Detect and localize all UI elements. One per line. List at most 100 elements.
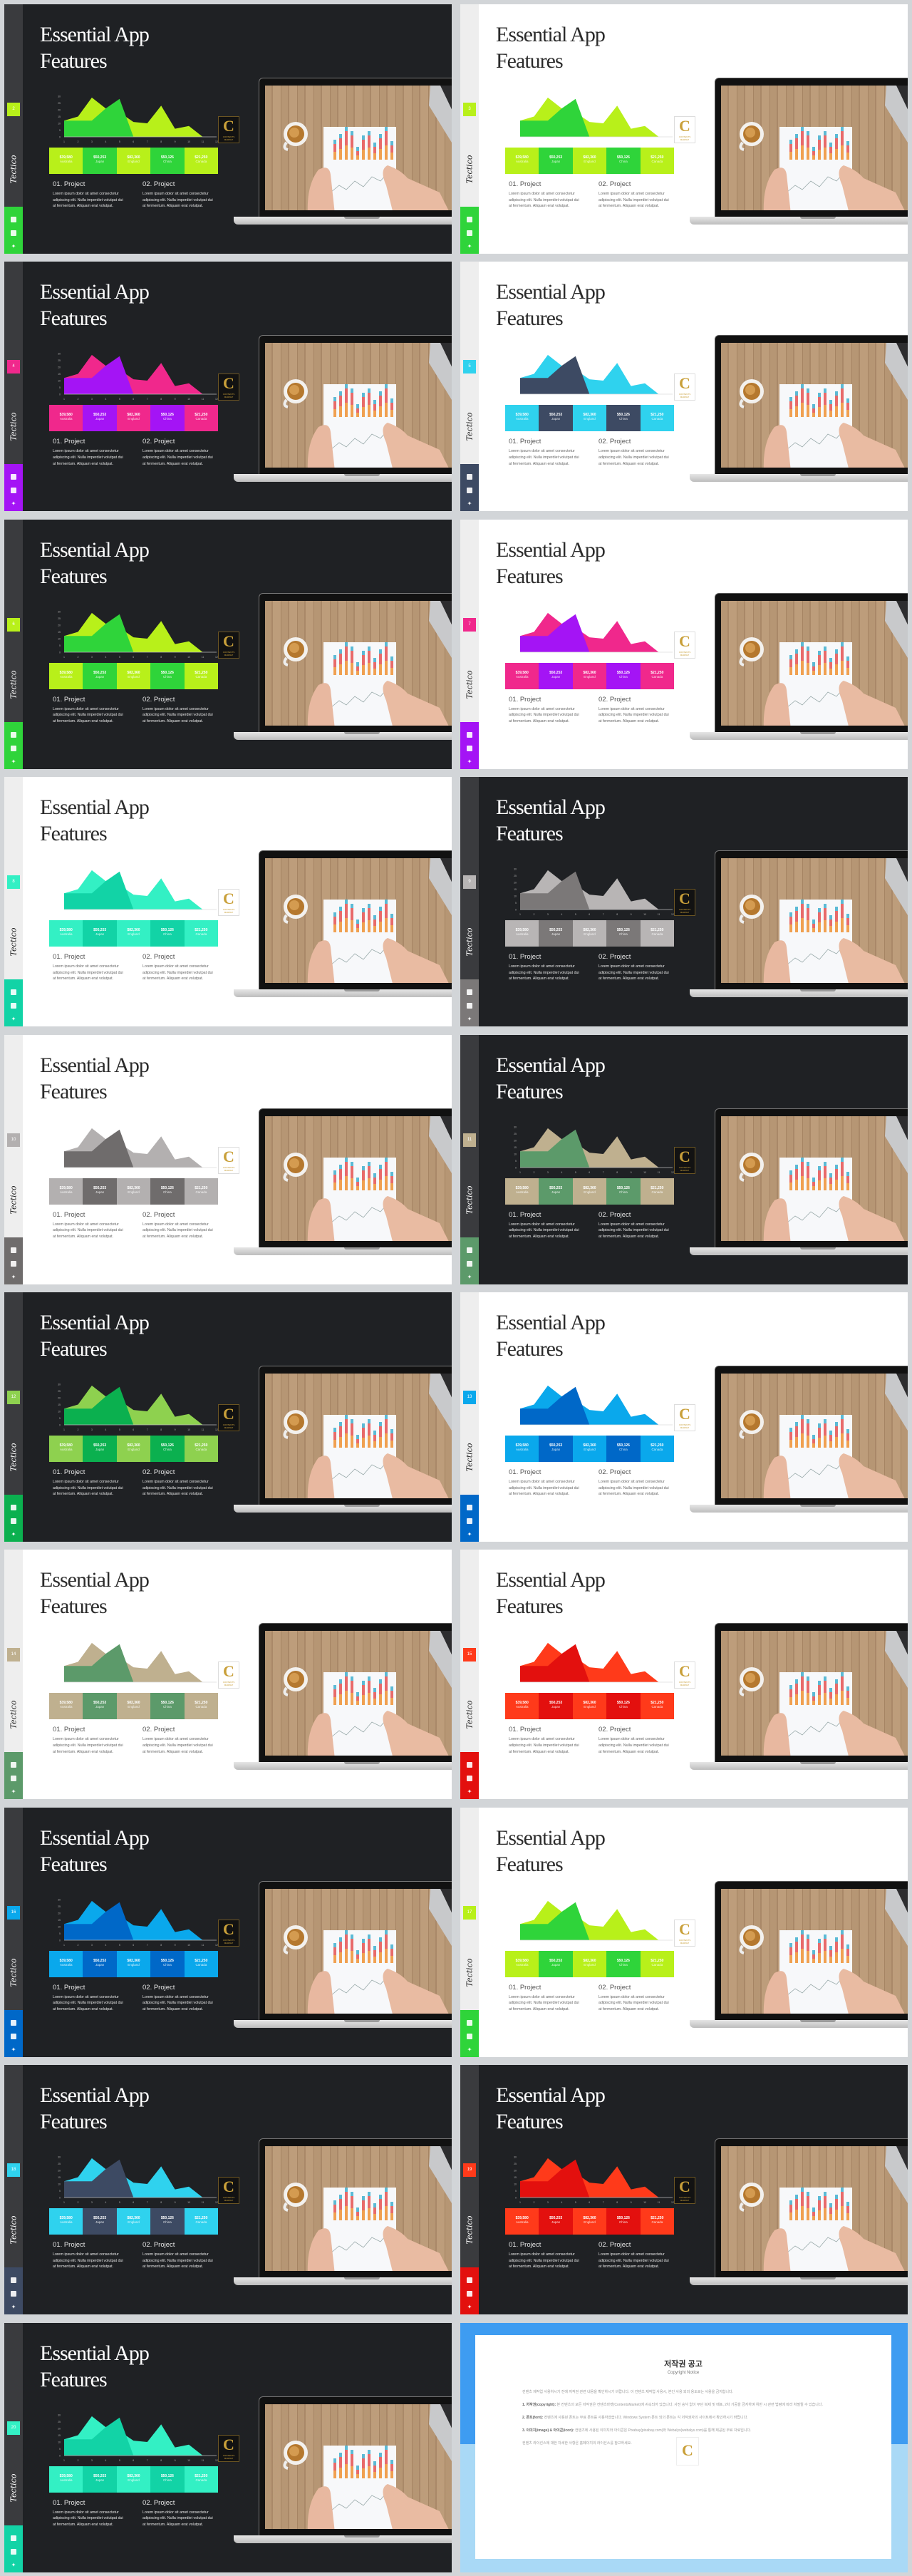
slide-thumbnail[interactable]: 3 Tectico ✦ Essential App Features C CONTENTS … bbox=[456, 0, 912, 257]
stat-label: Canada bbox=[651, 2220, 663, 2225]
project-heading: 01. Project bbox=[53, 1210, 86, 1219]
slide-thumbnail[interactable]: 15 Tectico ✦ Essential App Features C CONTENTS… bbox=[456, 1545, 912, 1803]
slide-title: Essential App Features bbox=[496, 2082, 606, 2135]
twitter-icon[interactable]: ✦ bbox=[11, 2046, 16, 2053]
stat-label: Japan bbox=[551, 1190, 561, 1194]
facebook-icon[interactable] bbox=[11, 488, 16, 494]
linkedin-icon[interactable] bbox=[467, 731, 472, 738]
linkedin-icon[interactable] bbox=[467, 474, 472, 480]
y-tick-label: 30 bbox=[58, 353, 61, 356]
project-body: Lorem ipsum dolor sit amet consectetur a… bbox=[53, 706, 123, 723]
twitter-icon[interactable]: ✦ bbox=[467, 1016, 472, 1022]
linkedin-icon[interactable] bbox=[11, 2535, 16, 2541]
linkedin-icon[interactable] bbox=[11, 1247, 16, 1253]
title-line-1: Essential App bbox=[40, 795, 150, 820]
linkedin-icon[interactable] bbox=[11, 1762, 16, 1768]
linkedin-icon[interactable] bbox=[467, 989, 472, 996]
facebook-icon[interactable] bbox=[467, 230, 472, 236]
linkedin-icon[interactable] bbox=[467, 1505, 472, 1510]
facebook-icon[interactable] bbox=[11, 230, 16, 236]
linkedin-icon[interactable] bbox=[11, 217, 16, 222]
y-tick-label: 15 bbox=[514, 1146, 517, 1149]
facebook-icon[interactable] bbox=[467, 2033, 472, 2039]
project-block: 01. Project Lorem ipsum dolor sit amet co… bbox=[53, 1726, 124, 1755]
slide-thumbnail[interactable]: 18 Tectico ✦ Essential App Features 0 5 10 15 20 2… bbox=[0, 2061, 456, 2318]
project-block: 01. Project Lorem ipsum dolor sit amet co… bbox=[509, 1211, 580, 1240]
sidebar: 20 Tectico ✦ bbox=[4, 2322, 23, 2572]
slide-thumbnail[interactable]: 13 Tectico ✦ Essential App Features C CONTENTS… bbox=[456, 1288, 912, 1545]
stat-label: England bbox=[584, 674, 596, 679]
slide-thumbnail[interactable]: 12 Tectico ✦ Essential App Features 0 5 10 15 20 2… bbox=[0, 1288, 456, 1545]
twitter-icon[interactable]: ✦ bbox=[467, 1789, 472, 1795]
slide-thumbnail[interactable]: 20 Tectico ✦ Essential App Features 0 5 10 15 20 2… bbox=[0, 2319, 456, 2576]
facebook-icon[interactable] bbox=[11, 2548, 16, 2555]
twitter-icon[interactable]: ✦ bbox=[467, 1532, 472, 1537]
linkedin-icon[interactable] bbox=[11, 1505, 16, 1510]
slide-thumbnail[interactable]: 4 Tectico ✦ Essential App Features 0 5 10 15 20 25… bbox=[0, 257, 456, 515]
slide-thumbnail[interactable]: 19 Tectico ✦ Essential App Features 0 5 10 15 20 2… bbox=[456, 2061, 912, 2318]
twitter-icon[interactable]: ✦ bbox=[11, 244, 16, 249]
facebook-icon[interactable] bbox=[11, 1776, 16, 1782]
linkedin-icon[interactable] bbox=[467, 2277, 472, 2284]
area-chart: 0510152025301 2 3 4 5 6 7 8 9 10 11 12 bbox=[58, 96, 218, 144]
twitter-icon[interactable]: ✦ bbox=[11, 1016, 16, 1022]
slide-thumbnail[interactable]: 14 Tectico ✦ Essential App Features C CONTENTS… bbox=[0, 1545, 456, 1803]
facebook-icon[interactable] bbox=[467, 488, 472, 494]
linkedin-icon[interactable] bbox=[11, 474, 16, 480]
slide-thumbnail[interactable]: 10 Tectico ✦ Essential App Features C CONTENTS… bbox=[0, 1031, 456, 1288]
twitter-icon[interactable]: ✦ bbox=[467, 2304, 472, 2310]
facebook-icon[interactable] bbox=[11, 2033, 16, 2039]
linkedin-icon[interactable] bbox=[467, 217, 472, 222]
twitter-icon[interactable]: ✦ bbox=[467, 758, 472, 765]
twitter-icon[interactable]: ✦ bbox=[11, 2304, 16, 2310]
facebook-icon[interactable] bbox=[467, 1776, 472, 1782]
copyright-item-heading: 3. 이미지(image) & 아이콘(icon): bbox=[522, 2428, 574, 2433]
twitter-icon[interactable]: ✦ bbox=[467, 2046, 472, 2053]
slide-thumbnail[interactable]: 11 Tectico ✦ Essential App Features 0 5 10 15 20 2… bbox=[456, 1031, 912, 1288]
facebook-icon[interactable] bbox=[11, 745, 16, 751]
facebook-icon[interactable] bbox=[467, 1260, 472, 1267]
linkedin-icon[interactable] bbox=[11, 2277, 16, 2284]
twitter-icon[interactable]: ✦ bbox=[11, 1274, 16, 1280]
twitter-icon[interactable]: ✦ bbox=[467, 244, 472, 249]
linkedin-icon[interactable] bbox=[467, 2019, 472, 2026]
twitter-icon[interactable]: ✦ bbox=[467, 501, 472, 507]
facebook-icon[interactable] bbox=[467, 1518, 472, 1524]
x-tick-label: 5 bbox=[119, 1428, 120, 1431]
facebook-icon[interactable] bbox=[11, 2291, 16, 2297]
slide-thumbnail[interactable]: 5 Tectico ✦ Essential App Features C CONTENTS … bbox=[456, 257, 912, 515]
laptop-notch bbox=[800, 474, 836, 477]
linkedin-icon[interactable] bbox=[11, 731, 16, 738]
twitter-icon[interactable]: ✦ bbox=[467, 1274, 472, 1280]
facebook-icon[interactable] bbox=[11, 1003, 16, 1009]
slide-thumbnail[interactable]: 17 Tectico ✦ Essential App Features C CONTENTS… bbox=[456, 1803, 912, 2061]
slide-thumbnail[interactable]: 6 Tectico ✦ Essential App Features 0 5 10 15 20 25… bbox=[0, 515, 456, 773]
facebook-icon[interactable] bbox=[467, 745, 472, 751]
laptop-screen bbox=[259, 1108, 452, 1249]
slide-thumbnail[interactable]: 8 Tectico ✦ Essential App Features C CONTENTS … bbox=[0, 773, 456, 1030]
linkedin-icon[interactable] bbox=[11, 2019, 16, 2026]
copyright-slide-thumbnail[interactable]: 저작권 공고 Copyright Notice 컨텐츠 제작업 사용하시기 전에 저… bbox=[456, 2319, 912, 2576]
twitter-icon[interactable]: ✦ bbox=[11, 758, 16, 765]
facebook-icon[interactable] bbox=[11, 1260, 16, 1267]
twitter-icon[interactable]: ✦ bbox=[11, 1789, 16, 1795]
slide-thumbnail[interactable]: 7 Tectico ✦ Essential App Features C CONTENTS … bbox=[456, 515, 912, 773]
slide-thumbnail[interactable]: 9 Tectico ✦ Essential App Features 0 5 10 15 20 25… bbox=[456, 773, 912, 1030]
linkedin-icon[interactable] bbox=[467, 1247, 472, 1253]
stat-bar: $21,250 Canada bbox=[184, 2466, 219, 2493]
linkedin-icon[interactable] bbox=[467, 1762, 472, 1768]
twitter-icon[interactable]: ✦ bbox=[11, 2562, 16, 2568]
stat-bar: $39,580 Australia bbox=[505, 1693, 539, 1720]
desk-photo-illustration bbox=[739, 1116, 908, 1241]
facebook-icon[interactable] bbox=[467, 2291, 472, 2297]
facebook-icon[interactable] bbox=[467, 1003, 472, 1009]
facebook-icon[interactable] bbox=[11, 1518, 16, 1524]
slide-thumbnail[interactable]: 16 Tectico ✦ Essential App Features 0 5 10 15 20 2… bbox=[0, 1803, 456, 2061]
linkedin-icon[interactable] bbox=[11, 989, 16, 996]
stat-bar: $50,253 Japan bbox=[83, 1693, 117, 1720]
slide-thumbnail[interactable]: 2 Tectico ✦ Essential App Features 0 5 10 15 20 25… bbox=[0, 0, 456, 257]
social-links: ✦ bbox=[4, 1495, 23, 1542]
social-links: ✦ bbox=[4, 207, 23, 254]
twitter-icon[interactable]: ✦ bbox=[11, 501, 16, 507]
twitter-icon[interactable]: ✦ bbox=[11, 1532, 16, 1537]
